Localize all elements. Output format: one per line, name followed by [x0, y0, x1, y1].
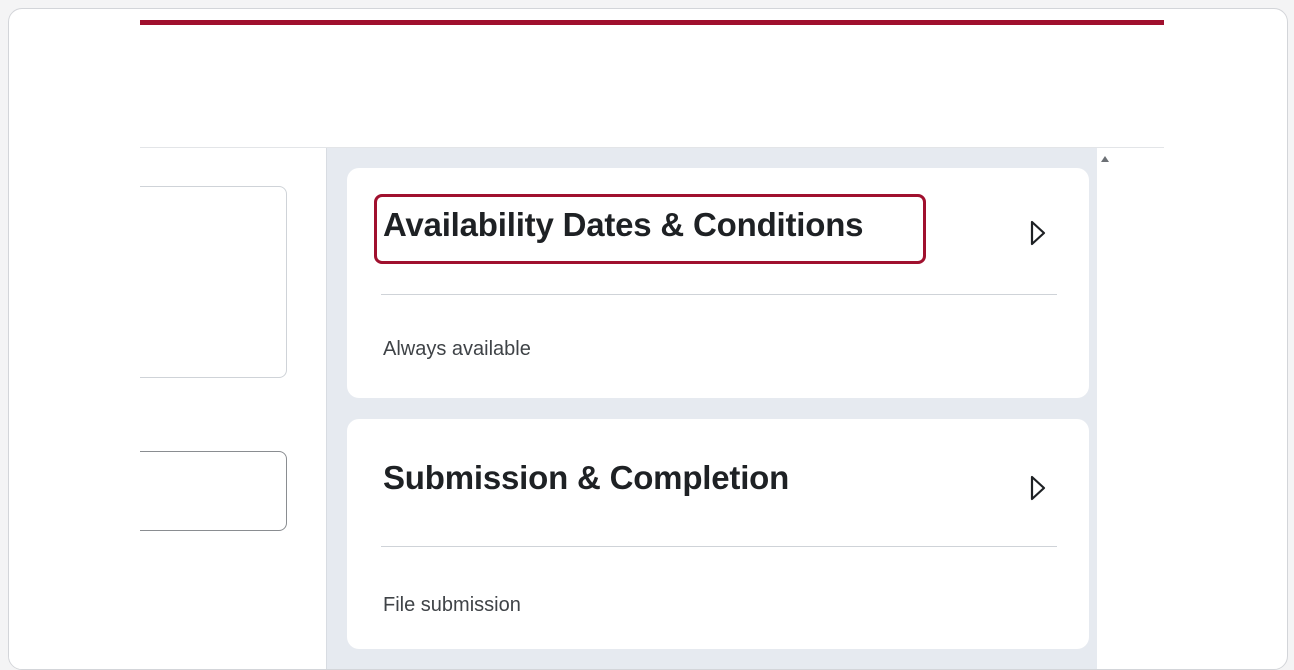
scroll-up-arrow-icon[interactable]	[1101, 156, 1109, 162]
accent-bar	[140, 20, 1164, 25]
card-divider	[381, 294, 1057, 295]
card-subtitle: Always available	[383, 338, 531, 360]
left-edge-mask	[9, 148, 140, 669]
expand-triangle-icon[interactable]	[1029, 474, 1047, 502]
card-subtitle: File submission	[383, 594, 521, 616]
availability-card[interactable]: Availability Dates & Conditions Always a…	[347, 168, 1089, 398]
highlight-box	[374, 194, 926, 264]
card-divider	[381, 546, 1057, 547]
card-title[interactable]: Submission & Completion	[383, 459, 789, 497]
expand-triangle-icon[interactable]	[1029, 219, 1047, 247]
screenshot-frame: Availability Dates & Conditions Always a…	[8, 8, 1288, 670]
submission-completion-card[interactable]: Submission & Completion File submission	[347, 419, 1089, 649]
